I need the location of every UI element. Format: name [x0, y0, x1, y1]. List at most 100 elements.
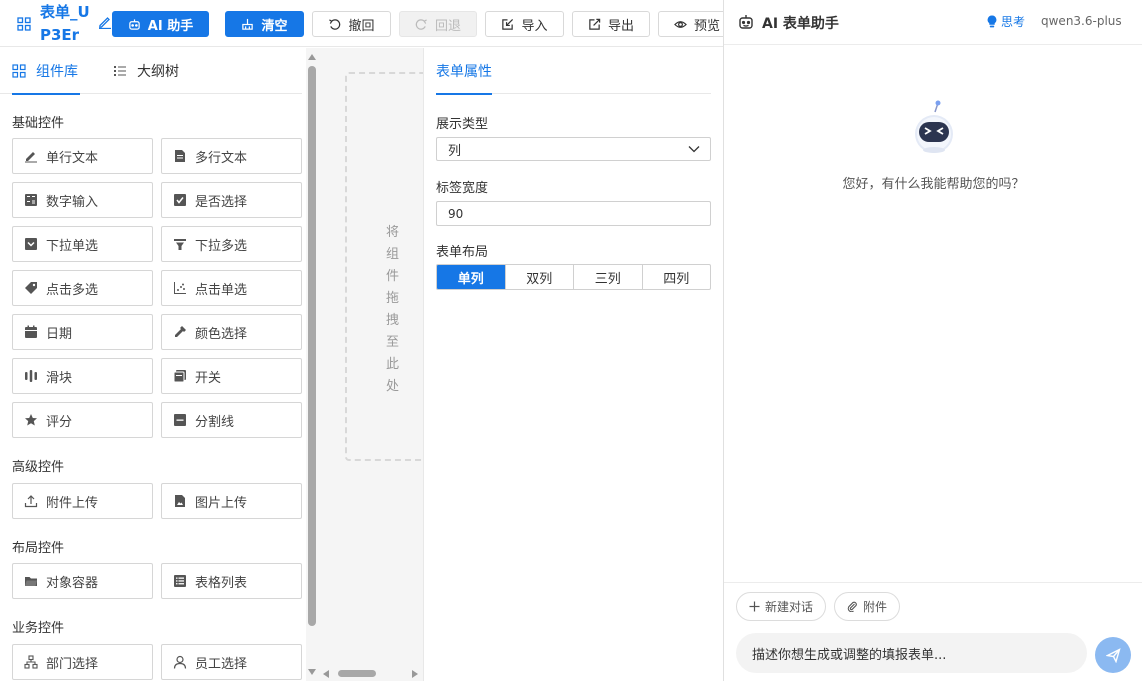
- new-chat-label: 新建对话: [765, 600, 814, 614]
- export-label: 导出: [607, 18, 634, 34]
- component-image-upload[interactable]: 图片上传: [161, 483, 302, 519]
- dropdown-square-icon: [24, 237, 38, 251]
- tab-component-library[interactable]: 组件库: [12, 48, 80, 95]
- clear-label: 清空: [261, 18, 288, 34]
- component-label: 单行文本: [46, 150, 99, 166]
- list-icon: [113, 64, 127, 78]
- layout-option-four-columns[interactable]: 四列: [641, 265, 711, 289]
- left-panel-tabs: 组件库 大纲树: [0, 48, 302, 95]
- component-divider[interactable]: 分割线: [161, 402, 302, 438]
- component-slider[interactable]: 滑块: [12, 358, 153, 394]
- component-click-single[interactable]: 点击单选: [161, 270, 302, 306]
- layout-option-single-column[interactable]: 单列: [437, 265, 505, 289]
- label-width-label: 标签宽度: [436, 181, 489, 196]
- ai-panel-title: AI 表单助手: [762, 16, 839, 32]
- component-single-line-text[interactable]: 单行文本: [12, 138, 153, 174]
- tab-outline-tree[interactable]: 大纲树: [113, 48, 179, 94]
- folder-icon: [24, 574, 38, 588]
- preview-button[interactable]: 预览: [658, 11, 723, 37]
- tab-label: 大纲树: [137, 64, 179, 80]
- ai-assistant-label: AI 助手: [147, 18, 194, 34]
- display-type-value: 列: [448, 143, 462, 159]
- canvas-horizontal-scrollbar[interactable]: [318, 666, 423, 681]
- component-label: 部门选择: [46, 656, 99, 672]
- section-layout-controls: 布局控件: [12, 541, 65, 556]
- eye-icon: [674, 18, 687, 31]
- scrollbar-thumb[interactable]: [308, 66, 316, 626]
- attachment-label: 附件: [863, 600, 888, 614]
- toggle-icon: [173, 369, 187, 383]
- think-toggle[interactable]: 思考: [987, 13, 1025, 30]
- redo-button[interactable]: 回退: [399, 11, 477, 37]
- calculator-icon: [24, 193, 38, 207]
- lightbulb-icon: [987, 15, 997, 28]
- tag-icon: [24, 281, 38, 295]
- scroll-down-arrow-icon[interactable]: [308, 669, 316, 675]
- component-dropdown-multi[interactable]: 下拉多选: [161, 226, 302, 262]
- component-label: 多行文本: [195, 150, 248, 166]
- star-icon: [24, 413, 38, 427]
- tab-form-properties[interactable]: 表单属性: [436, 48, 492, 95]
- clear-button[interactable]: 清空: [225, 11, 304, 37]
- component-label: 日期: [46, 326, 73, 342]
- layout-option-three-columns[interactable]: 三列: [573, 265, 642, 289]
- component-label: 表格列表: [195, 575, 248, 591]
- component-yes-no[interactable]: 是否选择: [161, 182, 302, 218]
- component-date[interactable]: 日期: [12, 314, 153, 350]
- export-button[interactable]: 导出: [572, 11, 650, 37]
- left-panel-scrollbar[interactable]: [306, 48, 318, 681]
- new-chat-button[interactable]: 新建对话: [736, 592, 827, 621]
- label-width-input[interactable]: [436, 201, 711, 226]
- component-multi-line-text[interactable]: 多行文本: [161, 138, 302, 174]
- image-file-icon: [173, 494, 187, 508]
- send-button[interactable]: [1095, 637, 1131, 673]
- scatter-icon: [173, 281, 187, 295]
- component-object-container[interactable]: 对象容器: [12, 563, 153, 599]
- component-switch[interactable]: 开关: [161, 358, 302, 394]
- send-icon: [1105, 647, 1121, 663]
- import-button[interactable]: 导入: [485, 11, 564, 37]
- component-label: 点击单选: [195, 282, 248, 298]
- chat-input[interactable]: 描述你想生成或调整的填报表单...: [736, 633, 1087, 673]
- section-business-controls: 业务控件: [12, 621, 65, 636]
- component-attachment-upload[interactable]: 附件上传: [12, 483, 153, 519]
- component-employee-select[interactable]: 员工选择: [161, 644, 302, 680]
- form-layout-segmented: 单列 双列 三列 四列: [436, 264, 711, 290]
- form-properties-panel: 表单属性 展示类型 列 标签宽度 表单布局 单列 双列 三列 四列: [423, 48, 723, 681]
- component-label: 数字输入: [46, 194, 99, 210]
- component-label: 附件上传: [46, 495, 99, 511]
- slider-icon: [24, 369, 38, 383]
- display-type-select[interactable]: 列: [436, 137, 711, 161]
- scrollbar-thumb[interactable]: [338, 670, 376, 677]
- attachment-button[interactable]: 附件: [834, 592, 901, 621]
- tab-label: 组件库: [36, 64, 78, 80]
- component-label: 开关: [195, 370, 222, 386]
- think-label: 思考: [1001, 15, 1026, 29]
- redo-icon: [415, 18, 428, 31]
- ai-assistant-button[interactable]: AI 助手: [112, 11, 209, 37]
- properties-tabbar: 表单属性: [436, 48, 711, 95]
- component-rating[interactable]: 评分: [12, 402, 153, 438]
- scroll-up-arrow-icon[interactable]: [308, 54, 316, 60]
- component-label: 颜色选择: [195, 326, 248, 342]
- drop-zone[interactable]: [345, 72, 423, 461]
- form-design-canvas[interactable]: 将组件拖拽至此处: [318, 48, 423, 681]
- form-layout-label: 表单布局: [436, 245, 489, 260]
- undo-label: 撤回: [348, 18, 375, 34]
- component-dropdown-single[interactable]: 下拉单选: [12, 226, 153, 262]
- component-department-select[interactable]: 部门选择: [12, 644, 153, 680]
- section-basic-controls: 基础控件: [12, 116, 65, 131]
- model-name[interactable]: qwen3.6-plus: [1041, 14, 1122, 28]
- component-table-list[interactable]: 表格列表: [161, 563, 302, 599]
- edit-title-icon[interactable]: [98, 15, 112, 29]
- scroll-right-arrow-icon[interactable]: [412, 670, 418, 678]
- undo-button[interactable]: 撤回: [312, 11, 391, 37]
- component-label: 下拉多选: [195, 238, 248, 254]
- drop-hint-text: 将组件拖拽至此处: [386, 225, 400, 394]
- component-click-multi[interactable]: 点击多选: [12, 270, 153, 306]
- scroll-left-arrow-icon[interactable]: [323, 670, 329, 678]
- section-advanced-controls: 高级控件: [12, 460, 65, 475]
- component-color-picker[interactable]: 颜色选择: [161, 314, 302, 350]
- component-number-input[interactable]: 数字输入: [12, 182, 153, 218]
- layout-option-two-columns[interactable]: 双列: [504, 265, 574, 289]
